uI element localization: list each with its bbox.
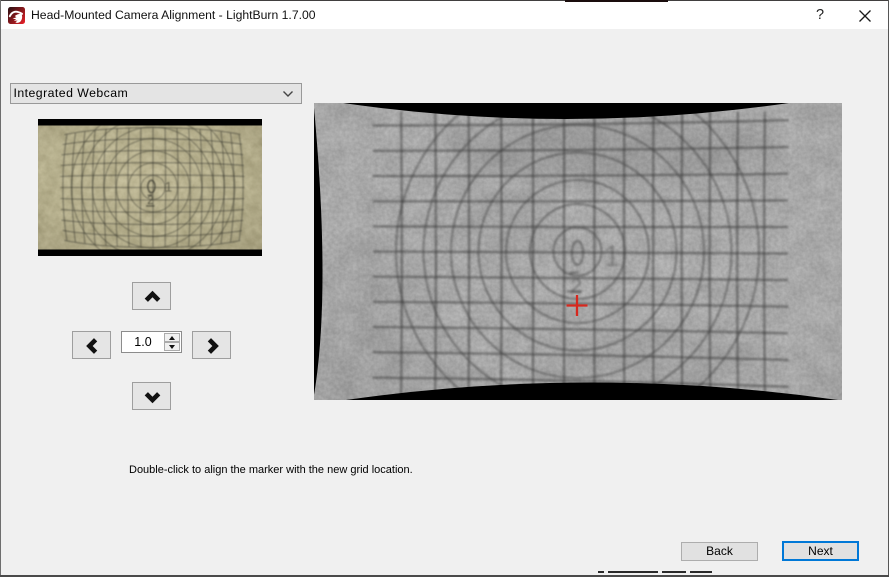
svg-text:2: 2 bbox=[147, 195, 153, 207]
svg-text:1: 1 bbox=[165, 180, 173, 195]
svg-text:2: 2 bbox=[570, 275, 582, 298]
svg-text:1: 1 bbox=[604, 240, 621, 273]
